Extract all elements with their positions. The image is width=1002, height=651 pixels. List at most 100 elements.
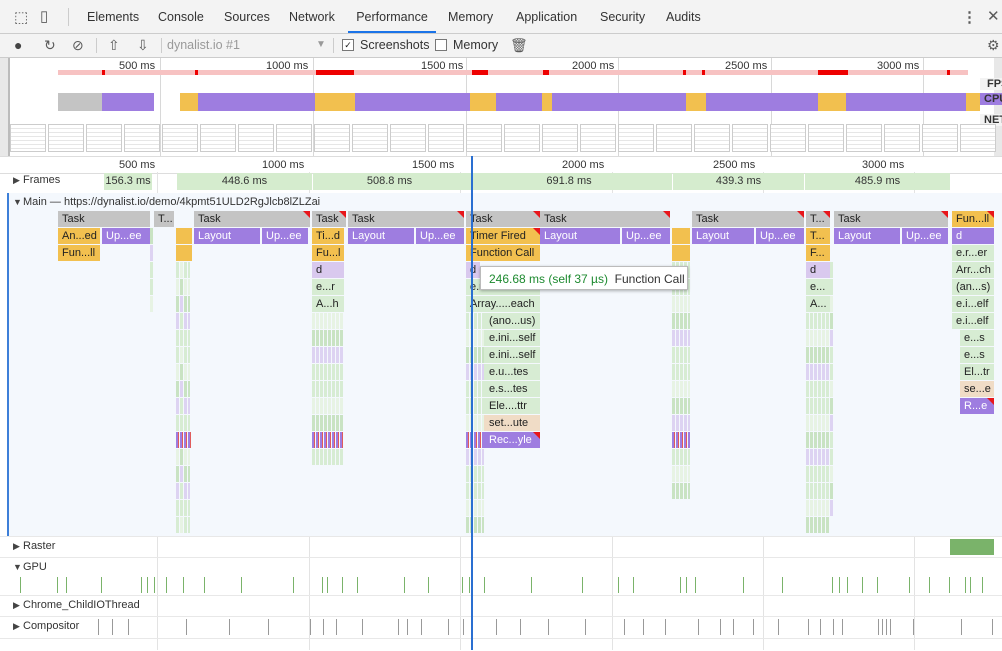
flame-set-attribute[interactable]: set...ute: [484, 415, 540, 431]
flame-function[interactable]: d: [312, 262, 344, 278]
flame-update-tree[interactable]: Up...ee: [416, 228, 464, 244]
flame-timer-fired[interactable]: Timer Fired: [466, 228, 540, 244]
flame-function[interactable]: El...tr: [960, 364, 994, 380]
compositor-track[interactable]: ▶ Compositor: [0, 616, 1002, 639]
flame-update-tree[interactable]: Up...ee: [622, 228, 670, 244]
flame-function[interactable]: e.u...tes: [484, 364, 540, 380]
screenshot-thumbnail[interactable]: [200, 124, 236, 152]
screenshot-thumbnail[interactable]: [580, 124, 616, 152]
flame-function[interactable]: Arr...ch: [952, 262, 994, 278]
frame-box[interactable]: 485.9 ms: [805, 173, 950, 190]
flame-task[interactable]: Task: [540, 211, 670, 227]
flame-function[interactable]: e...s: [960, 330, 994, 346]
flame-update-tree[interactable]: Up...ee: [756, 228, 804, 244]
flame-function-call[interactable]: Fun...ll: [952, 211, 994, 227]
flame-layout[interactable]: Layout: [348, 228, 414, 244]
raster-track[interactable]: ▶ Raster: [0, 536, 1002, 557]
screenshot-thumbnail[interactable]: [808, 124, 844, 152]
screenshots-filmstrip[interactable]: [10, 124, 996, 152]
screenshot-thumbnail[interactable]: [618, 124, 654, 152]
flame-function[interactable]: e...r: [312, 279, 344, 295]
flame-function-call[interactable]: Fun...ll: [58, 245, 100, 261]
frame-box[interactable]: 448.6 ms: [177, 173, 312, 190]
flame-function[interactable]: (ano...us): [484, 313, 540, 329]
flame-function[interactable]: e.ini...self: [484, 330, 540, 346]
screenshot-thumbnail[interactable]: [466, 124, 502, 152]
screenshot-thumbnail[interactable]: [542, 124, 578, 152]
frame-box[interactable]: 508.8 ms: [313, 173, 466, 190]
tab-console[interactable]: Console: [158, 0, 204, 33]
screenshot-thumbnail[interactable]: [656, 124, 692, 152]
child-io-thread-toggle[interactable]: ▶ Chrome_ChildIOThread: [13, 599, 140, 611]
screenshot-thumbnail[interactable]: [960, 124, 996, 152]
flame-task[interactable]: Task: [692, 211, 804, 227]
flame-recalculate-style[interactable]: Rec...yle: [484, 432, 540, 448]
raster-task[interactable]: [950, 539, 994, 555]
flame-task[interactable]: Task: [466, 211, 540, 227]
flame-update-tree[interactable]: Up...ee: [902, 228, 948, 244]
reload-record-icon[interactable]: ↻: [44, 36, 56, 54]
screenshot-thumbnail[interactable]: [314, 124, 350, 152]
flame-function-call[interactable]: F...: [806, 245, 830, 261]
tab-elements[interactable]: Elements: [87, 0, 139, 33]
inspect-element-icon[interactable]: ⬚: [14, 8, 28, 26]
flame-function[interactable]: e...: [806, 279, 830, 295]
flame-recalculate-style[interactable]: R...e: [960, 398, 994, 414]
screenshot-thumbnail[interactable]: [10, 124, 46, 152]
raster-track-toggle[interactable]: ▶ Raster: [13, 540, 55, 552]
flame-set-attribute[interactable]: se...e: [960, 381, 994, 397]
flame-function[interactable]: e.i...elf: [952, 313, 994, 329]
flame-script-slice[interactable]: [176, 228, 192, 244]
more-options-icon[interactable]: ⋮: [962, 8, 977, 26]
screenshot-thumbnail[interactable]: [922, 124, 958, 152]
flame-layout[interactable]: Layout: [194, 228, 260, 244]
gpu-track[interactable]: ▼GPU: [0, 557, 1002, 596]
screenshot-thumbnail[interactable]: [846, 124, 882, 152]
flame-function[interactable]: e.r...er: [952, 245, 994, 261]
flame-task[interactable]: Task: [348, 211, 464, 227]
flame-script-slice[interactable]: [176, 245, 192, 261]
flame-update-tree[interactable]: Up...ee: [102, 228, 150, 244]
flame-function-call[interactable]: Function Call: [466, 245, 540, 261]
tab-audits[interactable]: Audits: [666, 0, 701, 33]
save-profile-icon[interactable]: ⇩: [137, 36, 149, 54]
flame-function[interactable]: d: [466, 262, 480, 278]
screenshot-thumbnail[interactable]: [390, 124, 426, 152]
flame-function[interactable]: e...s: [960, 347, 994, 363]
flame-task[interactable]: Task: [58, 211, 150, 227]
flame-task[interactable]: Task: [834, 211, 948, 227]
tab-security[interactable]: Security: [600, 0, 645, 33]
screenshot-thumbnail[interactable]: [770, 124, 806, 152]
screenshot-thumbnail[interactable]: [732, 124, 768, 152]
flame-layout[interactable]: Layout: [540, 228, 620, 244]
flame-function[interactable]: e.ini...self: [484, 347, 540, 363]
screenshot-thumbnail[interactable]: [86, 124, 122, 152]
memory-checkbox[interactable]: [435, 39, 447, 51]
flame-layout[interactable]: Layout: [692, 228, 754, 244]
collect-garbage-icon[interactable]: 🗑: [510, 36, 528, 54]
flame-function[interactable]: A...h: [312, 296, 344, 312]
timeline-overview[interactable]: 500 ms 1000 ms 1500 ms 2000 ms 2500 ms 3…: [0, 58, 1002, 156]
flame-task[interactable]: Task: [312, 211, 346, 227]
screenshot-thumbnail[interactable]: [162, 124, 198, 152]
flame-animation-frame[interactable]: An...ed: [58, 228, 100, 244]
flame-function-call[interactable]: Fu...l: [312, 245, 344, 261]
load-profile-icon[interactable]: ⇧: [108, 36, 120, 54]
flame-layout[interactable]: Layout: [834, 228, 900, 244]
screenshot-thumbnail[interactable]: [48, 124, 84, 152]
child-io-thread-track[interactable]: ▶ Chrome_ChildIOThread: [0, 595, 1002, 616]
main-track-toggle[interactable]: ▼Main — https://dynalist.io/demo/4kpmt51…: [13, 196, 320, 208]
flame-function[interactable]: e.s...tes: [484, 381, 540, 397]
screenshot-thumbnail[interactable]: [352, 124, 388, 152]
flame-timer-fired[interactable]: T...: [806, 228, 830, 244]
flame-script-slice[interactable]: [672, 228, 690, 244]
gpu-track-toggle[interactable]: ▼GPU: [13, 561, 47, 573]
flame-update-tree[interactable]: Up...ee: [262, 228, 308, 244]
flame-function[interactable]: e.i...elf: [952, 296, 994, 312]
screenshot-thumbnail[interactable]: [504, 124, 540, 152]
flame-task[interactable]: Task: [194, 211, 310, 227]
screenshots-checkbox[interactable]: ✓: [342, 39, 354, 51]
screenshot-thumbnail[interactable]: [276, 124, 312, 152]
screenshot-thumbnail[interactable]: [428, 124, 464, 152]
tab-application[interactable]: Application: [516, 0, 577, 33]
